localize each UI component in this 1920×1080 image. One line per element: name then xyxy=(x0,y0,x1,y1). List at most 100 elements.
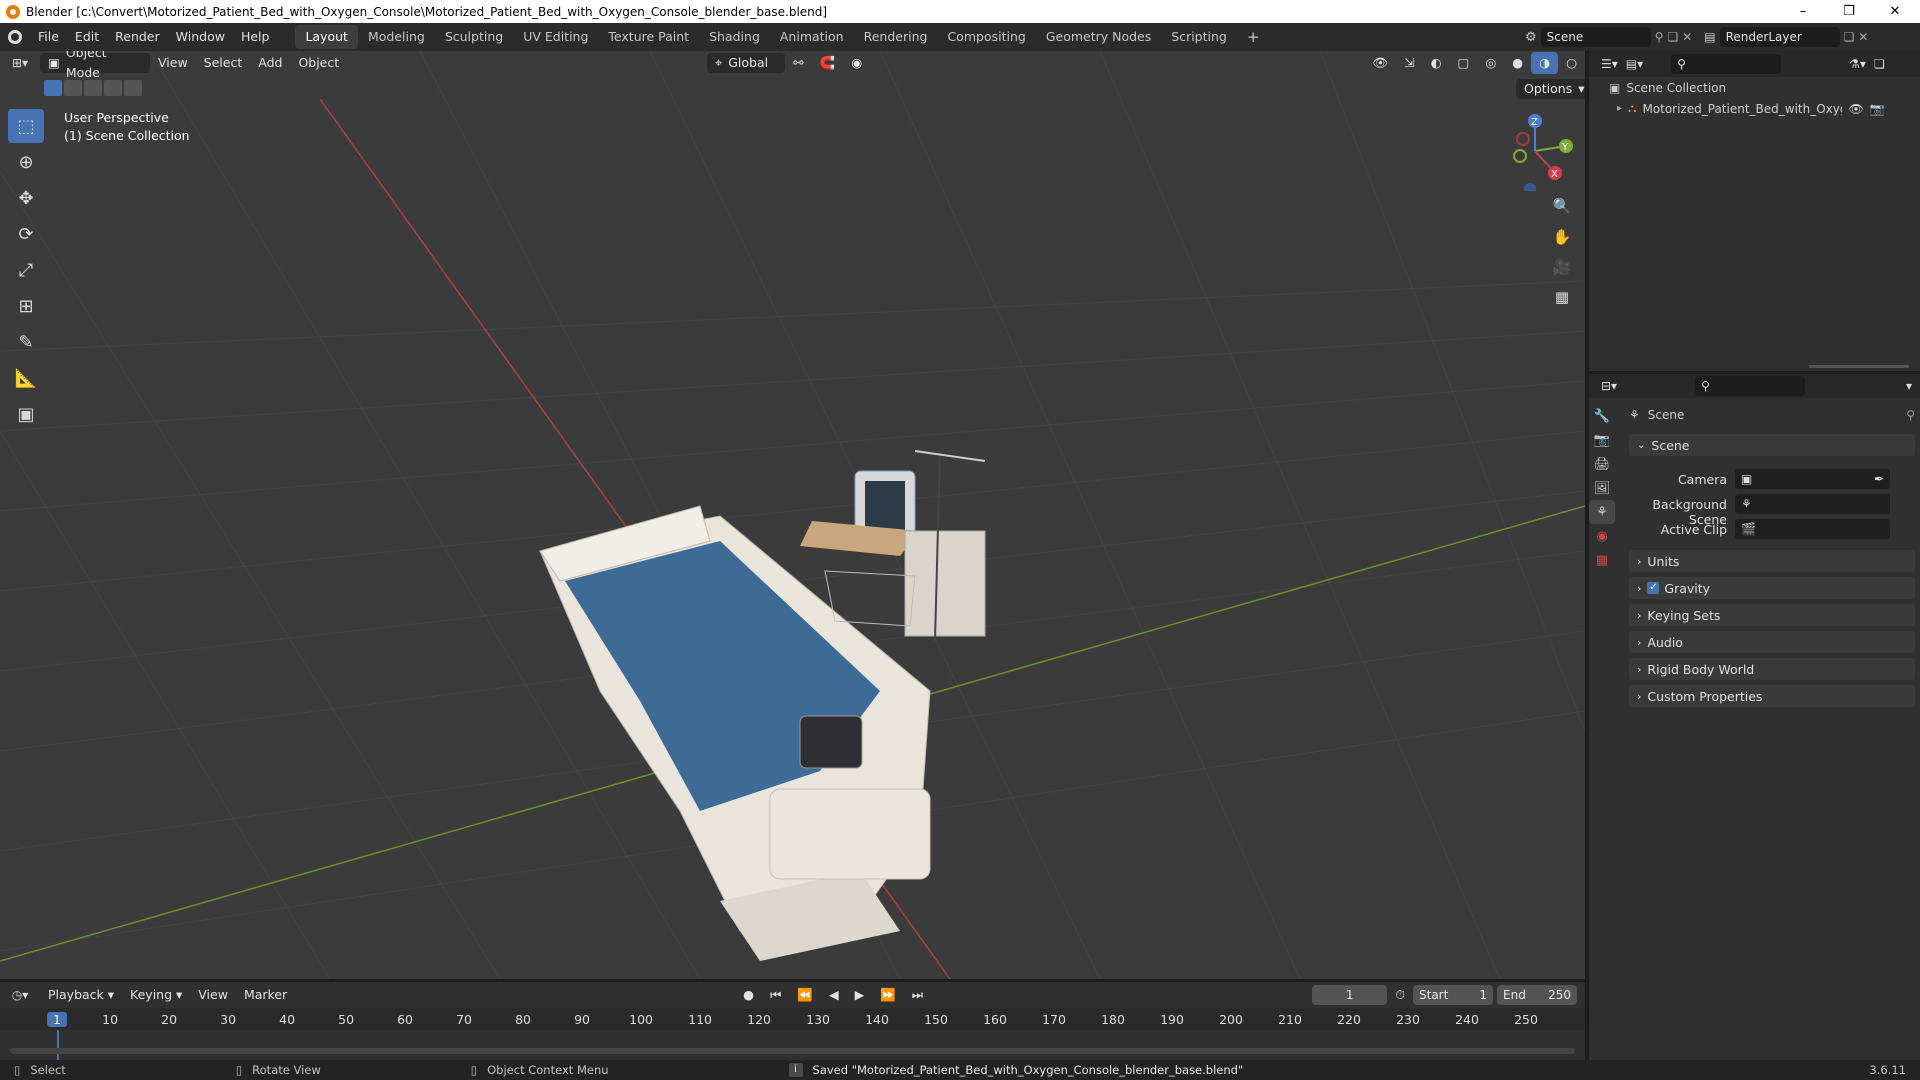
workspace-tab-texture-paint[interactable]: Texture Paint xyxy=(598,25,699,49)
mode-dropdown[interactable]: ▣ Object Mode xyxy=(40,51,150,80)
timeline-scrollbar[interactable] xyxy=(10,1048,1575,1054)
select-new-icon[interactable] xyxy=(44,80,62,96)
navigation-gizmo[interactable]: Z Y X xyxy=(1490,111,1580,191)
camera-view-icon[interactable]: 🎥 xyxy=(1548,253,1576,281)
workspace-tab-scripting[interactable]: Scripting xyxy=(1161,25,1237,49)
properties-options-icon[interactable]: ▾ xyxy=(1906,379,1912,393)
start-frame-field[interactable]: Start 1 xyxy=(1413,985,1493,1005)
gravity-checkbox[interactable]: ✓ xyxy=(1647,582,1660,594)
outliner-object-row[interactable]: ▸ ⛬ Motorized_Patient_Bed_with_Oxygen_C … xyxy=(1617,101,1917,116)
eye-icon[interactable]: 👁 xyxy=(1848,102,1863,116)
measure-tool-icon[interactable]: 📐 xyxy=(8,361,44,395)
viewport-menu-object[interactable]: Object xyxy=(290,52,347,74)
view-layer-tab-icon[interactable]: 🖼 xyxy=(1589,476,1615,500)
transform-orientation-dropdown[interactable]: ⌖ Global xyxy=(707,53,786,73)
display-mode-icon[interactable]: ▤▾ xyxy=(1626,57,1643,71)
maximize-button[interactable]: ❐ xyxy=(1826,0,1872,23)
workspace-tab-geometry-nodes[interactable]: Geometry Nodes xyxy=(1036,25,1161,49)
camera-render-icon[interactable]: 📷 xyxy=(1870,102,1885,116)
close-button[interactable]: ✕ xyxy=(1872,0,1918,23)
move-tool-icon[interactable]: ✥ xyxy=(8,181,44,215)
workspace-tab-compositing[interactable]: Compositing xyxy=(937,25,1035,49)
new-view-layer-icon[interactable]: ❏ xyxy=(1844,30,1855,44)
record-keyframe-icon[interactable]: ● xyxy=(735,984,762,1006)
pan-hand-icon[interactable]: ✋ xyxy=(1548,223,1576,251)
world-tab-icon[interactable]: ◉ xyxy=(1589,524,1615,548)
workspace-tab-shading[interactable]: Shading xyxy=(699,25,770,49)
scene-selector[interactable]: Scene xyxy=(1540,27,1651,47)
timeline-menu-view[interactable]: View xyxy=(190,984,236,1006)
select-subtract-icon[interactable] xyxy=(84,80,102,96)
wireframe-shading-icon[interactable]: ◎ xyxy=(1477,52,1504,74)
custom-properties-panel-header[interactable]: › Custom Properties xyxy=(1629,685,1915,707)
texture-tab-icon[interactable]: ▦ xyxy=(1589,548,1615,572)
transform-tool-icon[interactable]: ⊞ xyxy=(8,289,44,323)
rotate-tool-icon[interactable]: ⟳ xyxy=(8,217,44,251)
workspace-tab-rendering[interactable]: Rendering xyxy=(854,25,938,49)
perspective-toggle-icon[interactable]: ▦ xyxy=(1548,283,1576,311)
workspace-tab-sculpting[interactable]: Sculpting xyxy=(435,25,513,49)
outliner-search-input[interactable]: ⚲ xyxy=(1671,54,1782,74)
jump-next-keyframe-icon[interactable]: ⏩ xyxy=(872,984,904,1006)
menu-file[interactable]: File xyxy=(30,23,67,51)
timeline-menu-keying[interactable]: Keying ▾ xyxy=(122,984,190,1006)
tool-tab-icon[interactable]: 🔧 xyxy=(1589,404,1615,428)
jump-prev-keyframe-icon[interactable]: ⏪ xyxy=(789,984,821,1006)
annotate-tool-icon[interactable]: ✎ xyxy=(8,325,44,359)
jump-start-icon[interactable]: ⏮ xyxy=(762,984,789,1006)
viewport-menu-view[interactable]: View xyxy=(150,52,196,74)
keying-sets-panel-header[interactable]: › Keying Sets xyxy=(1629,604,1915,626)
gizmo-toggle-icon[interactable]: ⇲ xyxy=(1396,52,1422,74)
timeline-editor-icon[interactable]: ◷▾ xyxy=(0,988,40,1002)
current-frame-field[interactable]: 1 xyxy=(1312,985,1388,1005)
snap-icon[interactable]: 🧲 xyxy=(812,52,844,74)
playhead-line[interactable] xyxy=(57,1030,59,1060)
output-tab-icon[interactable]: 🖨 xyxy=(1589,452,1615,476)
timeline-menu-marker[interactable]: Marker xyxy=(236,984,295,1006)
jump-end-icon[interactable]: ⏭ xyxy=(904,984,931,1006)
workspace-tab-layout[interactable]: Layout xyxy=(295,25,358,49)
menu-render[interactable]: Render xyxy=(107,23,168,51)
select-extend-icon[interactable] xyxy=(64,80,82,96)
eyedropper-icon[interactable]: ✒ xyxy=(1874,472,1884,486)
visibility-icon[interactable]: 👁 xyxy=(1364,52,1396,74)
scale-tool-icon[interactable]: ⤢ xyxy=(8,253,44,287)
delete-view-layer-icon[interactable]: ✕ xyxy=(1858,30,1868,44)
pivot-point-icon[interactable]: ⚯ xyxy=(785,52,811,74)
outliner-editor-icon[interactable]: ☰▾ xyxy=(1601,57,1618,71)
scene-section-header[interactable]: ⌄ Scene xyxy=(1629,434,1915,456)
add-cube-tool-icon[interactable]: ▣ xyxy=(8,397,44,431)
zoom-icon[interactable]: 🔍 xyxy=(1548,192,1576,220)
proportional-editing-icon[interactable]: ◉ xyxy=(843,52,870,74)
3d-viewport[interactable]: ⊞▾ ▣ Object Mode View Select Add Object … xyxy=(0,51,1585,979)
viewport-menu-add[interactable]: Add xyxy=(250,52,290,74)
select-invert-icon[interactable] xyxy=(104,80,122,96)
options-dropdown[interactable]: Options ▾ xyxy=(1516,79,1585,99)
overlay-toggle-icon[interactable]: ◐ xyxy=(1423,52,1450,74)
material-shading-icon[interactable]: ◑ xyxy=(1531,52,1559,74)
viewport-menu-select[interactable]: Select xyxy=(196,52,251,74)
timeline-menu-playback[interactable]: Playback ▾ xyxy=(40,984,122,1006)
solid-shading-icon[interactable]: ● xyxy=(1504,52,1531,74)
outliner-scrollbar[interactable] xyxy=(1809,365,1909,368)
workspace-tab-uv-editing[interactable]: UV Editing xyxy=(513,25,598,49)
pin-icon[interactable]: ⚲ xyxy=(1655,30,1664,44)
gravity-panel-header[interactable]: › ✓ Gravity xyxy=(1629,577,1915,599)
workspace-tab-animation[interactable]: Animation xyxy=(770,25,854,49)
menu-edit[interactable]: Edit xyxy=(67,23,107,51)
select-box-tool-icon[interactable]: ⬚ xyxy=(8,109,44,143)
active-clip-field[interactable]: 🎬 xyxy=(1735,519,1890,539)
use-preview-range-icon[interactable]: ⏱ xyxy=(1387,984,1413,1006)
filter-icon[interactable]: ⚗▾ xyxy=(1849,57,1866,71)
properties-editor-icon[interactable]: ⊟▾ xyxy=(1601,379,1617,393)
rigid-body-world-panel-header[interactable]: › Rigid Body World xyxy=(1629,658,1915,680)
rendered-shading-icon[interactable]: ○ xyxy=(1558,52,1585,74)
new-scene-icon[interactable]: ❏ xyxy=(1667,30,1678,44)
view-layer-selector[interactable]: RenderLayer xyxy=(1719,27,1840,47)
delete-scene-icon[interactable]: ✕ xyxy=(1682,30,1692,44)
cursor-tool-icon[interactable]: ⊕ xyxy=(8,145,44,179)
menu-help[interactable]: Help xyxy=(233,23,278,51)
new-collection-icon[interactable]: ❏ xyxy=(1874,57,1885,71)
select-intersect-icon[interactable] xyxy=(124,80,142,96)
play-reverse-icon[interactable]: ◀ xyxy=(821,984,847,1006)
